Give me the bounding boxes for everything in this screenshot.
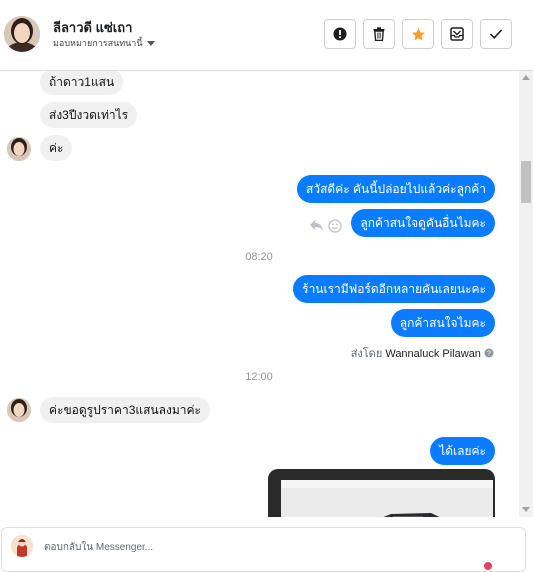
exclamation-icon [333, 27, 347, 41]
contact-avatar-small [7, 398, 31, 422]
assign-label: มอบหมายการสนทนานี้ [53, 38, 143, 48]
react-emoji-icon[interactable] [328, 219, 342, 238]
incoming-message[interactable]: ถ้าดาว1แสน [40, 71, 124, 95]
outgoing-message[interactable]: ร้านเรามีฟอร์ดอีกหลายคันเลยนะคะ [293, 275, 495, 303]
conversation-header: ลีลาวดี แซ่เถา มอบหมายการสนทนานี้ [0, 0, 533, 71]
message-thread[interactable]: ถ้าดาว1แสน ส่ง3ปีงวดเท่าไร ค่ะ สวัสดีค่ะ… [0, 71, 518, 517]
contact-avatar-small [7, 137, 31, 161]
reply-icon[interactable] [309, 219, 324, 237]
done-button[interactable] [480, 19, 512, 49]
scroll-down-arrow-icon[interactable] [522, 507, 530, 512]
sent-by-label: ส่งโดย Wannaluck Pilawan ? [351, 344, 494, 362]
attachment-image[interactable] [268, 469, 495, 517]
outgoing-message[interactable]: สวัสดีค่ะ คันนี้ปล่อยไปแล้วค่ะลูกค้า [297, 175, 495, 203]
sent-by-prefix: ส่งโดย [350, 348, 383, 360]
contact-avatar[interactable] [4, 16, 40, 52]
incoming-message[interactable]: ส่ง3ปีงวดเท่าไร [40, 102, 138, 128]
star-button[interactable] [402, 19, 434, 49]
outgoing-message[interactable]: ลูกค้าสนใจดูคันอื่นไมคะ [351, 209, 495, 237]
timestamp: 12:00 [245, 371, 273, 383]
sent-by-name: Wannaluck Pilawan [385, 348, 481, 360]
archive-icon [450, 27, 464, 41]
incoming-message[interactable]: ค่ะ [40, 135, 73, 161]
archive-button[interactable] [441, 19, 473, 49]
report-button[interactable] [324, 19, 356, 49]
car-photo [281, 480, 493, 517]
outgoing-message[interactable]: ลูกค้าสนใจไมคะ [390, 309, 495, 337]
svg-text:?: ? [487, 351, 491, 358]
scroll-up-arrow-icon[interactable] [522, 75, 530, 80]
help-icon[interactable]: ? [484, 348, 494, 358]
star-icon [411, 27, 425, 41]
outgoing-message[interactable]: ได้เลยค่ะ [430, 437, 495, 465]
caret-down-icon [146, 41, 155, 47]
page-avatar [11, 535, 33, 557]
assign-conversation-dropdown[interactable]: มอบหมายการสนทนานี้ [53, 36, 155, 50]
reply-input[interactable] [42, 541, 466, 554]
delete-button[interactable] [363, 19, 395, 49]
incoming-message[interactable]: ค่ะขอดูรูปราคา3แสนลงมาค่ะ [40, 397, 210, 423]
contact-name[interactable]: ลีลาวดี แซ่เถา [53, 17, 132, 38]
reply-composer [1, 527, 526, 572]
scrollbar-thumb[interactable] [521, 161, 531, 203]
status-dot [484, 562, 492, 570]
check-icon [489, 29, 503, 39]
trash-icon [373, 27, 385, 41]
header-actions [324, 19, 512, 49]
scrollbar[interactable] [519, 71, 533, 517]
timestamp: 08:20 [245, 251, 273, 263]
